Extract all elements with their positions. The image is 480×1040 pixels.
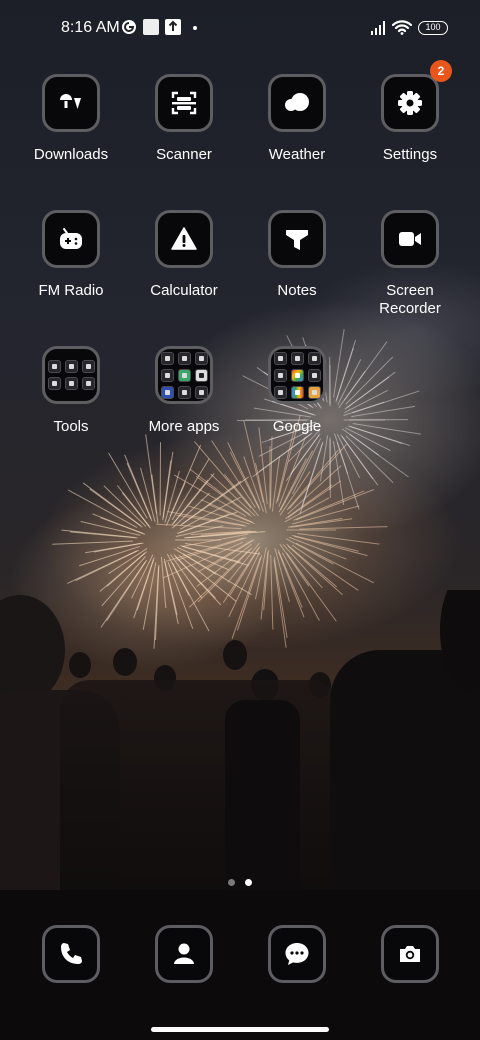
folder-label: Google <box>272 418 322 435</box>
dock-phone[interactable] <box>16 925 126 983</box>
app-label: FM Radio <box>38 282 104 299</box>
folder-label: Tools <box>53 418 89 435</box>
downloads-icon <box>60 94 81 109</box>
mini-app-icon <box>307 385 321 399</box>
warning-triangle-icon <box>171 227 197 250</box>
mini-app-icon <box>273 385 287 399</box>
camera-icon <box>400 946 420 962</box>
white-square-icon <box>143 19 159 35</box>
app-label: Settings <box>382 146 438 163</box>
wifi-icon <box>392 20 412 35</box>
mini-app-icon <box>47 360 61 373</box>
battery-icon: 100 <box>418 21 448 35</box>
weather-icon <box>285 93 309 111</box>
mini-app-icon <box>81 360 95 373</box>
folder-tools[interactable]: Tools <box>16 346 126 436</box>
mini-app-icon <box>177 368 191 382</box>
app-fm-radio[interactable]: FM Radio <box>16 210 126 300</box>
app-label: Weather <box>268 146 326 163</box>
person-icon <box>174 943 194 964</box>
battery-level: 100 <box>425 22 441 32</box>
video-camera-icon <box>399 232 421 246</box>
app-weather[interactable]: Weather <box>242 74 352 164</box>
app-settings[interactable]: 2 Settings <box>355 60 465 164</box>
app-label: Calculator <box>150 282 218 299</box>
app-screen-recorder[interactable]: Screen Recorder <box>355 210 465 318</box>
g-circle-icon <box>122 20 136 34</box>
signal-icon <box>371 21 385 35</box>
upload-box-icon <box>165 19 181 35</box>
folder-google[interactable]: Google <box>242 346 352 436</box>
gear-icon <box>398 91 422 115</box>
folder-label: More apps <box>148 418 220 435</box>
mini-app-icon <box>194 385 208 399</box>
app-label: Notes <box>277 282 317 299</box>
status-time: 8:16 AM <box>61 19 120 36</box>
mini-app-icon <box>290 385 304 399</box>
app-label: Downloads <box>33 146 109 163</box>
app-calculator[interactable]: Calculator <box>129 210 239 300</box>
app-scanner[interactable]: Scanner <box>129 74 239 164</box>
mini-app-icon <box>81 377 95 390</box>
app-label: Screen Recorder <box>379 282 441 317</box>
home-gesture-bar[interactable] <box>151 1027 329 1032</box>
mini-app-icon <box>290 351 304 365</box>
scanner-icon <box>171 91 197 115</box>
status-bar: 8:16 AM 100 <box>0 0 480 56</box>
mini-app-icon <box>64 360 78 373</box>
folder-preview <box>160 351 208 399</box>
mini-app-icon <box>160 385 174 399</box>
folder-preview <box>273 351 321 399</box>
page-dot-active[interactable] <box>245 879 252 886</box>
mini-app-icon <box>194 351 208 365</box>
mini-app-icon <box>290 368 304 382</box>
app-label: Scanner <box>156 146 212 163</box>
mini-app-icon <box>307 351 321 365</box>
mini-app-icon <box>47 377 61 390</box>
mini-app-icon <box>177 385 191 399</box>
dock-camera[interactable] <box>355 925 465 983</box>
mini-app-icon <box>307 368 321 382</box>
funnel-icon <box>286 230 308 250</box>
mini-app-icon <box>64 377 78 390</box>
mini-app-icon <box>160 351 174 365</box>
dock-contacts[interactable] <box>129 925 239 983</box>
mini-app-icon <box>273 351 287 365</box>
app-notes[interactable]: Notes <box>242 210 352 300</box>
chat-bubble-icon <box>285 943 309 965</box>
mini-app-icon <box>273 368 287 382</box>
phone-icon <box>61 943 82 964</box>
dot-icon <box>193 26 197 30</box>
mini-app-icon <box>160 368 174 382</box>
dock-messages[interactable] <box>242 925 352 983</box>
mini-app-icon <box>194 368 208 382</box>
mini-app-icon <box>177 351 191 365</box>
app-downloads[interactable]: Downloads <box>16 74 126 164</box>
page-dot[interactable] <box>228 879 235 886</box>
folder-more-apps[interactable]: More apps <box>129 346 239 436</box>
page-indicator[interactable] <box>228 879 258 887</box>
folder-preview <box>47 360 95 390</box>
notification-badge: 2 <box>430 60 452 82</box>
radio-icon <box>60 228 82 249</box>
